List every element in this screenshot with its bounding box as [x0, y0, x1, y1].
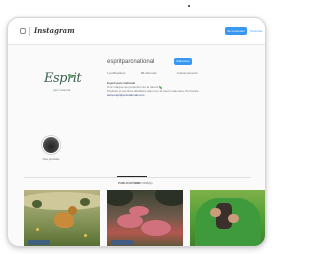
bio-website-link[interactable]: www.espritparcnational.com — [107, 93, 144, 97]
story-highlight-cover — [43, 137, 59, 153]
post-image-detail — [84, 234, 87, 237]
screenshot-stage: Instagram Se connecter S'inscrire Esprit… — [0, 0, 272, 254]
logo-script-text: Esprit — [44, 71, 82, 86]
post-image-detail — [141, 220, 171, 236]
browser-window: Instagram Se connecter S'inscrire Esprit… — [7, 17, 266, 247]
story-highlight-label: Nos produits — [42, 157, 60, 161]
post-image-detail — [68, 206, 77, 215]
active-tab-indicator — [117, 176, 147, 177]
post-caption-overlay — [28, 240, 50, 245]
profile-avatar-logo: Esprit parc national — [44, 71, 82, 101]
post-image-detail — [129, 206, 149, 216]
stat-followers[interactable]: 89 abonnés — [141, 71, 157, 75]
nav-divider — [29, 27, 30, 36]
post-caption-overlay — [111, 240, 133, 245]
profile-username: espritparcnational — [107, 59, 155, 65]
follow-button[interactable]: S'abonner — [174, 58, 192, 65]
post-thumbnail[interactable] — [24, 190, 100, 246]
instagram-camera-icon[interactable] — [20, 28, 26, 34]
post-image-detail — [210, 208, 221, 217]
post-image-detail — [80, 198, 90, 206]
instagram-wordmark[interactable]: Instagram — [34, 26, 75, 35]
post-thumbnail[interactable] — [107, 190, 183, 246]
post-image-detail — [107, 190, 133, 206]
tabs-divider — [24, 177, 251, 178]
profile-stats: 1 publications 89 abonnés 0 abonnements — [107, 71, 247, 76]
dot-mark — [188, 5, 190, 7]
post-image-detail — [155, 190, 183, 206]
stat-posts: 1 publications — [107, 71, 126, 75]
logo-subtitle-text: parc national — [53, 88, 71, 92]
post-image-detail — [32, 200, 42, 208]
tab-tagged[interactable]: IDENTIFIÉ(E) — [134, 181, 153, 185]
post-image-detail — [228, 214, 239, 223]
login-button[interactable]: Se connecter — [225, 27, 247, 35]
top-navigation-bar: Instagram Se connecter S'inscrire — [8, 18, 265, 45]
story-highlight[interactable] — [41, 135, 61, 155]
post-image-detail — [36, 228, 39, 231]
signup-link[interactable]: S'inscrire — [250, 27, 262, 35]
stat-following[interactable]: 0 abonnements — [177, 71, 198, 75]
post-image-detail — [117, 214, 143, 228]
post-thumbnail[interactable] — [190, 190, 265, 246]
